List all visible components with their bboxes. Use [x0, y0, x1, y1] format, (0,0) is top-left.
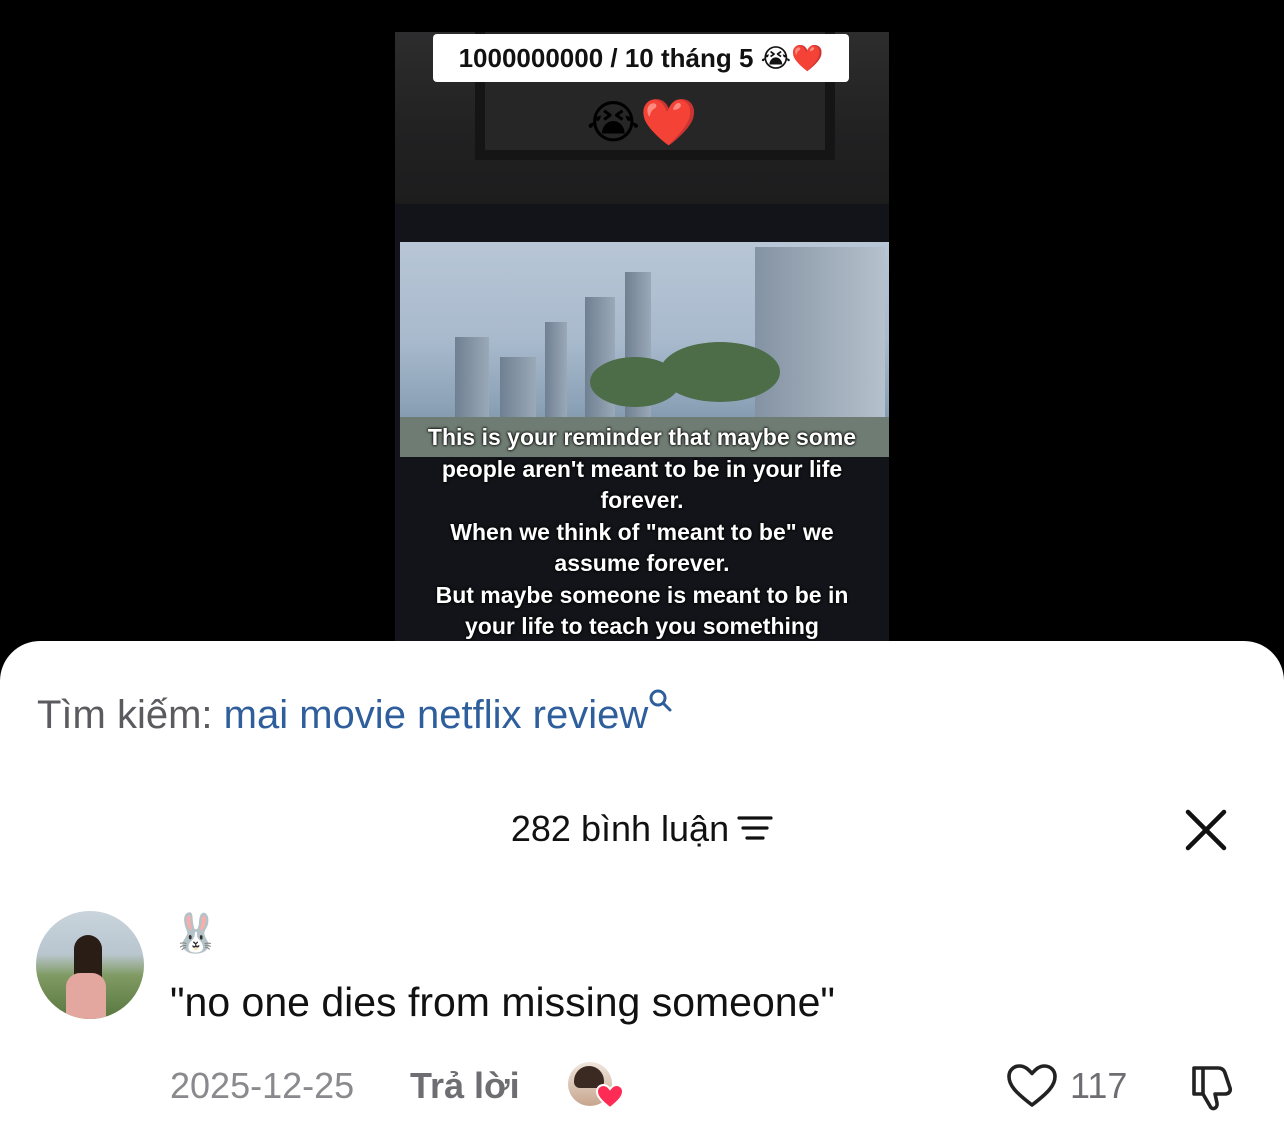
subtitle-line: This is your reminder that maybe some: [427, 424, 857, 450]
search-label: Tìm kiếm:: [37, 693, 213, 737]
subtitle-line: But maybe someone is meant to be in: [435, 581, 849, 608]
search-icon: [649, 689, 672, 712]
close-icon[interactable]: [1184, 808, 1228, 852]
subtitle-line: people aren't meant to be in your life: [441, 455, 843, 482]
heart-icon: [596, 1084, 624, 1110]
subtitle-line: When we think of "meant to be" we: [450, 518, 834, 545]
heart-outline-icon: [1007, 1064, 1057, 1107]
video-top-caption: 1000000000 / 10 tháng 5 😭❤️: [433, 34, 849, 82]
comments-header: 282 bình luận: [0, 804, 1284, 854]
subtitle-line: your life to teach you something: [465, 613, 819, 639]
subtitle-line: assume forever.: [554, 550, 730, 576]
subtitle-line: forever.: [600, 487, 684, 513]
video-emoji-line: 😭❤️: [586, 96, 698, 148]
search-query-link[interactable]: mai movie netflix review: [224, 693, 649, 737]
comment-count: 282 bình luận: [510, 808, 730, 849]
like-button[interactable]: 117: [1006, 1060, 1127, 1112]
comment-date: 2025-12-25: [170, 1065, 355, 1106]
like-count: 117: [1070, 1065, 1128, 1106]
comment-text: "no one dies from missing someone": [170, 979, 835, 1025]
avatar[interactable]: [36, 911, 144, 1019]
thumbs-down-icon[interactable]: [1184, 1060, 1238, 1114]
video-player[interactable]: 1000000000 / 10 tháng 5 😭❤️ 😭❤️ This is …: [395, 32, 889, 652]
creator-liked-badge: [568, 1062, 626, 1112]
comment-username[interactable]: 🐰: [172, 910, 219, 958]
video-subtitles: This is your reminder that maybe some pe…: [405, 422, 879, 643]
reply-button[interactable]: Trả lời: [410, 1060, 520, 1112]
filter-icon[interactable]: [737, 813, 773, 843]
search-suggestion[interactable]: Tìm kiếm: mai movie netflix review: [37, 688, 674, 741]
